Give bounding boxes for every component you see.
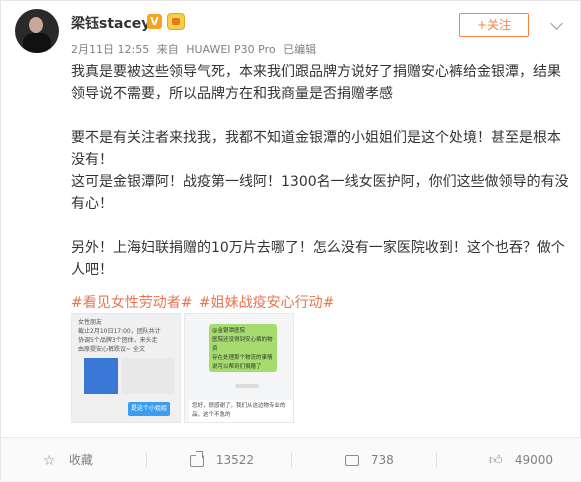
action-bar: ☆ 收藏 13522 738 👍︎ 49000 bbox=[1, 437, 581, 481]
weibo-post-card: 梁钰stacey V 2月11日 12:55 来自 HUAWEI P30 Pro… bbox=[0, 0, 581, 481]
post-meta: 2月11日 12:55 来自 HUAWEI P30 Pro 已编辑 bbox=[71, 41, 320, 57]
post-paragraph-4: 另外！上海妇联捐赠的10万片去哪了！怎么没有一家医院收到！这个也吞？做个人吧！ bbox=[71, 240, 565, 278]
favorite-button[interactable]: ☆ 收藏 bbox=[43, 438, 188, 482]
vip-crown-icon bbox=[167, 13, 185, 30]
chevron-down-icon[interactable] bbox=[550, 17, 563, 30]
thumb1-line: 截止2月10日17:00，团队共计 bbox=[78, 328, 161, 335]
comment-button[interactable]: 738 bbox=[345, 438, 490, 482]
repost-count: 13522 bbox=[215, 453, 255, 467]
divider bbox=[291, 452, 292, 468]
thumb1-line: 由原提安心裤跌议~ 全文 bbox=[78, 346, 145, 353]
avatar-face bbox=[29, 17, 43, 33]
post-paragraph-2: 要不是有关注者来找我，我都不知道金银潭的小姐姐们是这个处境！甚至是根本没有！ bbox=[71, 130, 561, 168]
edited-label: 已编辑 bbox=[283, 43, 317, 56]
thumb2-text: @金银潭医院 医院还没得到安心裤的物资 存在处理那个物流的事情 说可以帮到们捐赠… bbox=[212, 327, 276, 372]
hashtag-link[interactable]: #姐妹战疫安心行动# bbox=[199, 295, 334, 311]
thumb1-line: 女性朋友 bbox=[78, 319, 103, 326]
avatar[interactable] bbox=[15, 9, 59, 53]
post-paragraph-1: 我真是要被这些领导气死，本来我们跟品牌方说好了捐赠安心裤给金银潭，结果领导说不需… bbox=[71, 64, 561, 102]
repost-button[interactable]: 13522 bbox=[190, 438, 335, 482]
divider bbox=[436, 452, 437, 468]
thumb1-text: 女性朋友 截止2月10日17:00，团队共计 协调5个品牌3个团体，来头走 由原… bbox=[78, 318, 176, 354]
thumbs-up-icon: 👍︎ bbox=[489, 452, 503, 468]
comment-icon bbox=[345, 455, 359, 466]
post-date[interactable]: 2月11日 12:55 bbox=[71, 43, 149, 56]
thumb2-line: 存在处理那个物流的事情 bbox=[212, 355, 273, 361]
like-button[interactable]: 👍︎ 49000 bbox=[489, 438, 581, 482]
thumb2-reply: 您好，很感谢了，我们从这边物专业的 品，这个不急的 bbox=[189, 400, 293, 422]
post-paragraph-3: 这可是金银潭阿！战疫第一线阿！1300名一线女医护阿，你们这些做领导的有没有心！ bbox=[71, 174, 569, 212]
hashtag-link[interactable]: #看见女性劳动者# bbox=[71, 295, 192, 311]
thumb1-chat-bubble: 是这个小姐姐 bbox=[128, 402, 171, 416]
thumb2-line: 医院还没得到安心裤的物资 bbox=[212, 337, 273, 352]
follow-button[interactable]: +关注 bbox=[459, 13, 529, 37]
username[interactable]: 梁钰stacey bbox=[71, 13, 150, 33]
star-icon: ☆ bbox=[43, 452, 56, 469]
source-device[interactable]: HUAWEI P30 Pro bbox=[186, 43, 275, 56]
repost-icon bbox=[190, 454, 204, 467]
thumb1-line: 协调5个品牌3个团体，来头走 bbox=[78, 337, 158, 344]
thumb1-image bbox=[84, 358, 118, 394]
thumb2-reply-line: 品，这个不急的 bbox=[192, 412, 231, 418]
thumb2-reply-line: 您好，很感谢了，我们从这边物专业的 bbox=[192, 403, 286, 409]
thumb1-image-placeholder bbox=[122, 358, 174, 394]
source-prefix: 来自 bbox=[156, 43, 179, 56]
thumb2-timestamp bbox=[235, 384, 259, 388]
like-count: 49000 bbox=[514, 453, 554, 467]
favorite-label: 收藏 bbox=[68, 453, 93, 467]
thumb2-line: 说可以帮到们捐赠了 bbox=[212, 364, 262, 370]
image-thumbnail-1[interactable]: 女性朋友 截止2月10日17:00，团队共计 协调5个品牌3个团体，来头走 由原… bbox=[71, 313, 181, 423]
comment-count: 738 bbox=[370, 453, 394, 467]
image-thumbnail-2[interactable]: @金银潭医院 医院还没得到安心裤的物资 存在处理那个物流的事情 说可以帮到们捐赠… bbox=[184, 313, 294, 423]
divider bbox=[146, 452, 147, 468]
verified-v-icon: V bbox=[147, 14, 162, 29]
thumb2-line: @金银潭医院 bbox=[212, 328, 246, 334]
avatar-body bbox=[23, 33, 51, 53]
post-text: 我真是要被这些领导气死，本来我们跟品牌方说好了捐赠安心裤给金银潭，结果领导说不需… bbox=[71, 61, 571, 281]
hashtags: #看见女性劳动者# #姐妹战疫安心行动# bbox=[71, 292, 336, 312]
